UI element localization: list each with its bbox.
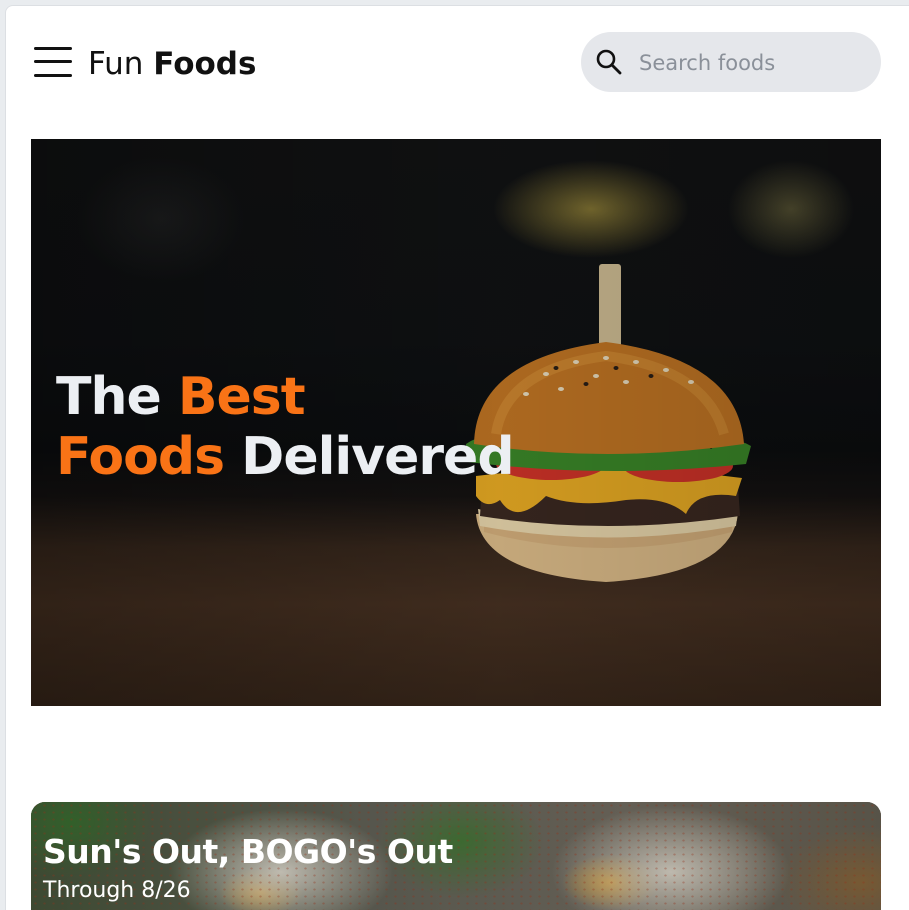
hero-word-the: The <box>56 367 162 427</box>
promo-subtitle: Through 8/26 <box>43 878 191 903</box>
top-nav: Fun Foods <box>6 6 909 126</box>
hero-word-delivered: Delivered <box>241 427 514 487</box>
logo-text-fun: Fun <box>88 46 144 82</box>
app-window: Fun Foods Search foods The Best Foods De… <box>5 5 909 910</box>
hero-banner: The Best Foods Delivered <box>31 139 881 706</box>
hero-headline: The Best Foods Delivered <box>56 367 515 487</box>
hero-headline-line-1: The Best <box>56 367 514 427</box>
search-icon <box>596 49 622 75</box>
logo-text-foods: Foods <box>153 46 257 82</box>
hero-word-foods: Foods <box>56 427 225 487</box>
promo-title: Sun's Out, BOGO's Out <box>43 832 453 871</box>
brand-logo[interactable]: Fun Foods <box>88 46 256 82</box>
menu-bar-top <box>34 47 72 50</box>
menu-bar-middle <box>34 60 72 63</box>
menu-bar-bottom <box>34 74 72 77</box>
search-bar[interactable] <box>581 32 881 92</box>
search-input[interactable] <box>637 44 871 82</box>
promo-card[interactable]: Sun's Out, BOGO's Out Through 8/26 <box>31 802 881 910</box>
hero-headline-line-2: Foods Delivered <box>56 427 515 487</box>
hamburger-menu-icon[interactable] <box>34 45 72 79</box>
hero-word-best: Best <box>177 367 306 427</box>
